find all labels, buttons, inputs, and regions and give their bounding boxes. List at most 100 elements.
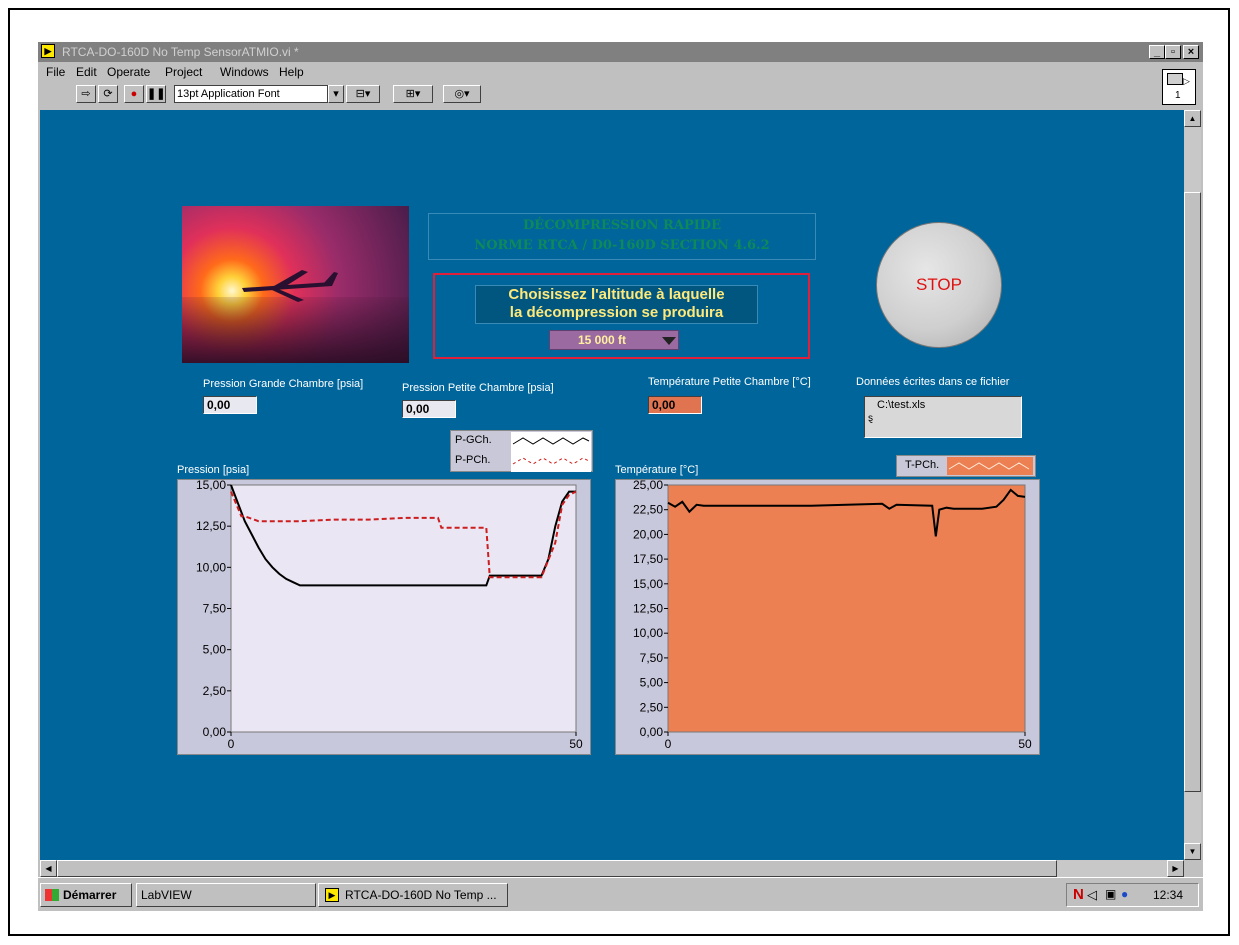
path-icon: ȿ xyxy=(868,413,873,424)
file-path-label: Données écrites dans ce fichier xyxy=(856,376,1010,388)
run-arrow-icon[interactable]: ⇨ xyxy=(76,85,96,103)
vi-connector-icon[interactable]: ▷ 1 xyxy=(1162,69,1196,105)
temperature-y-tick-label: 25,00 xyxy=(633,480,663,492)
indicator-temperature: 0,00 xyxy=(648,396,702,414)
menu-help[interactable]: Help xyxy=(279,65,304,79)
airplane-sunset-image xyxy=(182,206,409,363)
indicator-petite-chambre: 0,00 xyxy=(402,400,456,418)
horizontal-scrollbar[interactable]: ◀ ▶ xyxy=(40,860,1184,877)
vertical-scrollbar[interactable]: ▲ ▼ xyxy=(1184,110,1201,860)
network-icon[interactable]: ▣ xyxy=(1105,887,1116,901)
vertical-scroll-thumb[interactable] xyxy=(1184,192,1201,792)
file-path-value: C:\test.xls xyxy=(877,399,926,411)
temperature-plot-area xyxy=(667,484,1026,733)
indicator-grande-chambre: 0,00 xyxy=(203,396,257,414)
pressure-chart-title: Pression [psia] xyxy=(177,464,250,476)
legend-p-pch-label: P-PCh. xyxy=(455,454,491,466)
altitude-selector-box: Choisissez l'altitude à laquelle la déco… xyxy=(433,273,810,359)
temperature-y-tick-label: 15,00 xyxy=(633,577,663,591)
title-banner: DÉCOMPRESSION RAPIDE NORME RTCA / D0-160… xyxy=(428,213,816,260)
arrow-icon: ▷ xyxy=(1183,76,1190,86)
scroll-right-arrow-icon[interactable]: ▶ xyxy=(1167,860,1184,877)
scroll-down-arrow-icon[interactable]: ▼ xyxy=(1184,843,1201,860)
pressure-y-tick-label: 7,50 xyxy=(203,602,227,616)
terminal-icon xyxy=(1167,73,1183,85)
indicator-label-grande: Pression Grande Chambre [psia] xyxy=(203,378,364,390)
pressure-y-tick-label: 2,50 xyxy=(203,684,227,698)
align-objects-icon[interactable]: ⊟▾ xyxy=(346,85,380,103)
menu-windows[interactable]: Windows xyxy=(220,65,269,79)
altitude-value: 15 000 ft xyxy=(578,333,627,347)
pressure-legend[interactable]: P-GCh. P-PCh. xyxy=(450,430,593,472)
altitude-prompt-line-2: la décompression se produira xyxy=(509,304,724,321)
restore-button[interactable]: ▫ xyxy=(1165,45,1181,59)
legend-swatches xyxy=(511,432,591,472)
temperature-y-tick-label: 12,50 xyxy=(633,602,663,616)
pause-icon[interactable]: ❚❚ xyxy=(146,85,166,103)
scroll-left-arrow-icon[interactable]: ◀ xyxy=(40,860,57,877)
temperature-y-tick-label: 2,50 xyxy=(640,700,664,714)
menu-project[interactable]: Project xyxy=(165,65,202,79)
font-dropdown-arrow-icon[interactable]: ▾ xyxy=(328,85,344,103)
dropdown-arrow-icon[interactable] xyxy=(662,337,676,345)
temperature-y-tick-label: 20,00 xyxy=(633,527,663,541)
pressure-y-tick-label: 0,00 xyxy=(203,725,227,739)
vi-icon: ▶ xyxy=(325,888,339,902)
temperature-legend[interactable]: T-PCh. xyxy=(896,455,1036,477)
ni-logo-icon[interactable]: N xyxy=(1073,886,1084,903)
window-title: RTCA-DO-160D No Temp SensorATMIO.vi * xyxy=(62,45,299,59)
speaker-icon[interactable]: ◁ xyxy=(1087,887,1097,903)
labview-vi-icon: ▶ xyxy=(41,44,55,58)
temperature-chart-frame: 25,00 22,50 20,00 17,50 15,00 12,50 10,00 7,50 5… xyxy=(615,478,1040,755)
close-button[interactable]: × xyxy=(1183,45,1199,59)
altitude-prompt: Choisissez l'altitude à laquelle la déco… xyxy=(475,285,758,324)
stop-button[interactable]: STOP xyxy=(876,222,1002,348)
globe-icon[interactable]: ● xyxy=(1121,887,1128,901)
temperature-chart[interactable]: 25,00 22,50 20,00 17,50 15,00 12,50 10,00 7,50 5… xyxy=(616,478,1039,754)
temperature-chart-title: Température [°C] xyxy=(615,464,699,476)
connector-number: 1 xyxy=(1175,90,1181,101)
temperature-y-tick-label: 10,00 xyxy=(633,626,663,640)
reorder-objects-icon[interactable]: ◎▾ xyxy=(443,85,481,103)
pressure-x-tick-label: 0 xyxy=(228,737,235,751)
menu-operate[interactable]: Operate xyxy=(107,65,150,79)
temperature-y-tick-label: 17,50 xyxy=(633,552,663,566)
temperature-y-tick-label: 22,50 xyxy=(633,503,663,517)
scroll-up-arrow-icon[interactable]: ▲ xyxy=(1184,110,1201,127)
title-bar[interactable]: ▶ RTCA-DO-160D No Temp SensorATMIO.vi * … xyxy=(38,42,1203,62)
legend-p-gch-label: P-GCh. xyxy=(455,434,492,446)
indicator-label-petite: Pression Petite Chambre [psia] xyxy=(402,382,554,394)
altitude-ring-select[interactable]: 15 000 ft xyxy=(549,330,679,350)
airplane-icon xyxy=(242,270,338,302)
legend-t-pch-label: T-PCh. xyxy=(905,459,940,471)
pressure-chart[interactable]: 15,00 12,50 10,00 7,50 5,00 2,50 0,000 50 xyxy=(178,478,590,754)
taskbar-item-vi[interactable]: ▶ RTCA-DO-160D No Temp ... xyxy=(318,883,508,907)
labview-window: ▶ RTCA-DO-160D No Temp SensorATMIO.vi * … xyxy=(38,42,1203,877)
abort-execution-icon[interactable]: ● xyxy=(124,85,144,103)
front-panel: DÉCOMPRESSION RAPIDE NORME RTCA / D0-160… xyxy=(40,110,1184,860)
pressure-x-tick-label: 50 xyxy=(569,737,583,751)
distribute-objects-icon[interactable]: ⊞▾ xyxy=(393,85,433,103)
file-path-indicator: ȿ C:\test.xls xyxy=(864,396,1022,438)
horizontal-scroll-thumb[interactable] xyxy=(57,860,1057,877)
pressure-y-tick-label: 5,00 xyxy=(203,643,227,657)
minimize-button[interactable]: _ xyxy=(1149,45,1165,59)
indicator-label-temperature: Température Petite Chambre [°C] xyxy=(648,376,811,388)
start-button[interactable]: Démarrer xyxy=(40,883,132,907)
title-line-2: NORME RTCA / D0-160D SECTION 4.6.2 xyxy=(474,238,770,253)
run-continuously-icon[interactable]: ⟳ xyxy=(98,85,118,103)
pressure-y-tick-label: 15,00 xyxy=(196,480,226,492)
altitude-prompt-line-1: Choisissez l'altitude à laquelle xyxy=(508,286,725,303)
font-selector[interactable]: 13pt Application Font xyxy=(174,85,328,103)
taskbar-item-labview[interactable]: LabVIEW xyxy=(136,883,316,907)
start-label: Démarrer xyxy=(63,888,117,902)
toolbar: ⇨ ⟳ ● ❚❚ 13pt Application Font ▾ ⊟▾ ⊞▾ ◎… xyxy=(38,82,1138,106)
pressure-y-tick-label: 12,50 xyxy=(196,519,226,533)
clock: 12:34 xyxy=(1153,888,1184,902)
pressure-y-tick-label: 10,00 xyxy=(196,560,226,574)
system-tray: N ◁ ▣ ● 12:34 xyxy=(1066,883,1199,907)
menu-file[interactable]: File xyxy=(46,65,65,79)
temperature-y-tick-label: 7,50 xyxy=(640,651,664,665)
temperature-x-tick-label: 50 xyxy=(1018,737,1032,751)
menu-edit[interactable]: Edit xyxy=(76,65,97,79)
